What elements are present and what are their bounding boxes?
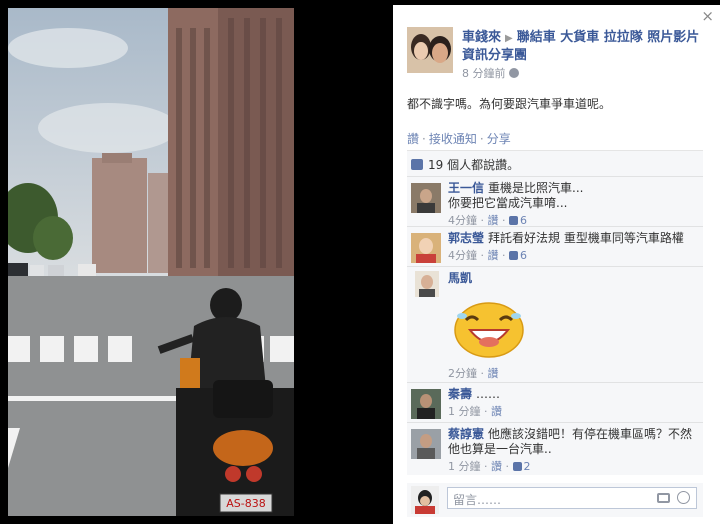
laughing-sticker-image: [452, 298, 526, 358]
street-scene-image: AS-838: [8, 8, 294, 516]
emoji-icon[interactable]: [677, 491, 690, 504]
comment-time[interactable]: 2分鐘: [448, 367, 477, 380]
comment-meta: 2分鐘 · 讚: [448, 367, 499, 380]
commenter-avatar[interactable]: [411, 183, 441, 213]
comment-time[interactable]: 1 分鐘: [448, 405, 481, 418]
post-timestamp[interactable]: 8 分鐘前: [462, 65, 519, 81]
comment-time[interactable]: 1 分鐘: [448, 460, 481, 473]
camera-icon[interactable]: [657, 493, 670, 503]
commenter-name[interactable]: 秦壽: [448, 387, 472, 401]
post-message: 都不識字嗎。為何要跟汽車爭車道呢。: [407, 97, 612, 111]
comment-like-link[interactable]: 讚: [488, 367, 499, 380]
comment-meta: 1 分鐘 · 讚: [448, 405, 502, 418]
share-link[interactable]: 分享: [487, 132, 511, 146]
comment-item: 郭志瑩 拜託看好法規 重型機車同等汽車路權 4分鐘 · 讚 · 6: [407, 227, 703, 267]
post-title: 車錢來 ▶ 聯結車 大貨車 拉拉隊 照片影片資訊分享團: [462, 29, 707, 64]
commenter-name[interactable]: 蔡諄憲: [448, 427, 484, 441]
comment-time[interactable]: 4分鐘: [448, 214, 477, 227]
comment-like-link[interactable]: 讚: [488, 214, 499, 227]
author-avatar[interactable]: [407, 27, 453, 73]
comment-text: 拜託看好法規 重型機車同等汽車路權: [488, 231, 684, 245]
comment-like-link[interactable]: 讚: [488, 249, 499, 262]
commenter-name[interactable]: 郭志瑩: [448, 231, 484, 245]
comment-like-count[interactable]: 6: [520, 214, 527, 227]
like-icon: [512, 462, 522, 471]
comment-like-count[interactable]: 6: [520, 249, 527, 262]
comment-input[interactable]: 留言……: [447, 487, 697, 509]
comment-text: ……: [476, 387, 501, 401]
comment-like-link[interactable]: 讚: [491, 405, 502, 418]
comments-section: 19 個人都說讚。 王一信 重機是比照汽車... 你要把它當成汽車唷... 4分鐘…: [407, 150, 703, 475]
follow-link[interactable]: 接收通知: [429, 132, 477, 146]
commenter-name[interactable]: 馬凱: [448, 271, 472, 285]
like-icon: [411, 159, 423, 170]
comment-item: 王一信 重機是比照汽車... 你要把它當成汽車唷... 4分鐘 · 讚 · 6: [407, 177, 703, 227]
comment-time[interactable]: 4分鐘: [448, 249, 477, 262]
commenter-avatar[interactable]: [411, 429, 441, 459]
like-icon: [509, 216, 518, 225]
comment-text: 他應該沒錯吧！有停在機車區嗎？不然他也算是一台汽車..: [448, 427, 693, 456]
current-user-avatar: [411, 486, 439, 514]
arrow-icon: ▶: [505, 33, 513, 44]
photo-viewer: AS-838 × 車錢來 ▶ 聯結車 大貨車 拉拉隊 照片影片資訊分享團 8 分鐘前: [0, 0, 720, 524]
comment-item: 蔡諄憲 他應該沒錯吧！有停在機車區嗎？不然他也算是一台汽車.. 1 分鐘 · 讚 …: [407, 423, 703, 475]
commenter-avatar[interactable]: [411, 389, 441, 419]
like-link[interactable]: 讚: [407, 132, 419, 146]
commenter-avatar[interactable]: [411, 233, 441, 263]
likes-text[interactable]: 19 個人都說讚。: [428, 158, 519, 172]
close-icon[interactable]: ×: [701, 9, 714, 24]
like-icon: [509, 251, 518, 260]
post-photo[interactable]: AS-838: [8, 8, 294, 516]
post-side-panel: × 車錢來 ▶ 聯結車 大貨車 拉拉隊 照片影片資訊分享團 8 分鐘前 都不識字嗎。…: [393, 5, 720, 524]
comment-input-placeholder: 留言……: [453, 493, 502, 507]
globe-icon: [508, 68, 519, 78]
comment-like-link[interactable]: 讚: [491, 460, 502, 473]
post-actions: 讚 · 接收通知 · 分享: [407, 132, 511, 146]
comment-meta: 4分鐘 · 讚 · 6: [448, 249, 527, 262]
comment-meta: 1 分鐘 · 讚 · 2: [448, 460, 531, 473]
commenter-name[interactable]: 王一信: [448, 181, 484, 195]
author-name-link[interactable]: 車錢來: [462, 30, 501, 45]
comment-meta: 4分鐘 · 讚 · 6: [448, 214, 527, 227]
comment-item: 馬凱 2分鐘 · 讚: [407, 267, 703, 383]
license-plate: AS-838: [226, 497, 265, 510]
comment-like-count[interactable]: 2: [524, 460, 531, 473]
likes-summary[interactable]: 19 個人都說讚。: [407, 151, 703, 177]
reply-box: 留言……: [407, 483, 703, 517]
comment-item: 秦壽 …… 1 分鐘 · 讚: [407, 383, 703, 423]
commenter-avatar[interactable]: [415, 271, 439, 297]
timestamp-text[interactable]: 8 分鐘前: [462, 67, 506, 80]
